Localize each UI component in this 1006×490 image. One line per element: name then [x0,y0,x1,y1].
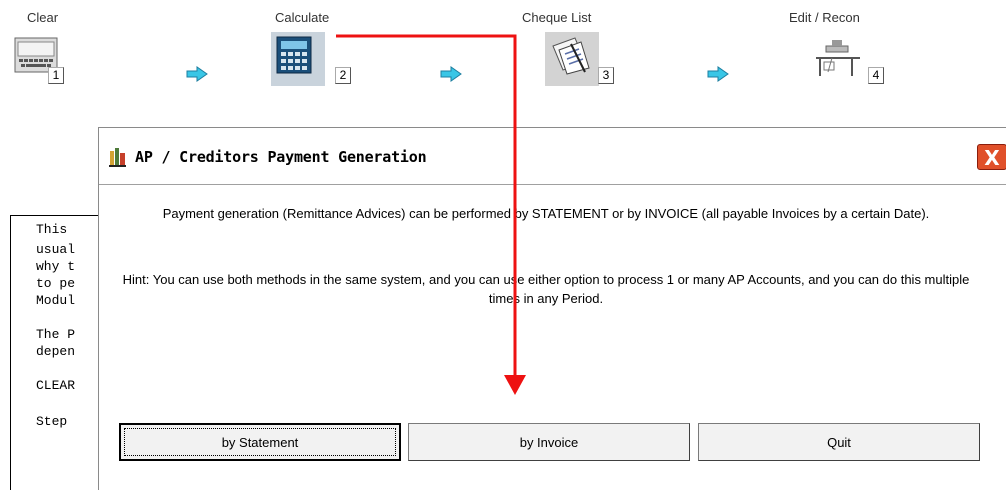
doc-line: CLEAR [36,378,76,393]
quit-label: Quit [827,434,851,450]
dialog-titlebar[interactable]: AP / Creditors Payment Generation X [99,128,1006,184]
arrow-right-icon [186,66,208,82]
doc-line: why t [36,259,76,274]
close-icon: X [984,146,1000,170]
doc-line: to pe [36,276,76,291]
by-invoice-label: by Invoice [519,434,579,450]
documents-icon[interactable] [545,32,599,86]
doc-line: usual [36,242,76,257]
step-number: 1 [48,67,64,84]
step-label: Calculate [275,10,330,25]
dialog-message: Payment generation (Remittance Advices) … [162,206,930,221]
close-button[interactable]: X [977,144,1006,170]
calculator-icon[interactable] [271,32,325,86]
arrow-right-icon [440,66,462,82]
by-invoice-button[interactable]: by Invoice [408,423,690,461]
doc-line: Step [36,414,68,429]
doc-line: This [36,222,68,237]
payment-generation-dialog: AP / Creditors Payment Generation X Paym… [98,127,1006,490]
app-icon [109,148,126,167]
title-divider [99,184,1006,185]
arrow-right-icon [707,66,729,82]
step-label: Cheque List [522,10,592,25]
quit-button[interactable]: Quit [698,423,980,461]
step-label: Edit / Recon [789,10,860,25]
desk-icon[interactable] [812,32,866,86]
doc-line: Modul [36,293,76,308]
doc-line: The P [36,327,76,342]
step-number: 4 [868,67,884,84]
step-number: 3 [598,67,614,84]
step-number: 2 [335,67,351,84]
doc-line: depen [36,344,76,359]
dialog-title: AP / Creditors Payment Generation [135,148,427,166]
dialog-hint: Hint: You can use both methods in the sa… [122,272,970,306]
step-label: Clear [27,10,59,25]
focus-ring [124,428,396,456]
by-statement-button[interactable]: by Statement [119,423,401,461]
